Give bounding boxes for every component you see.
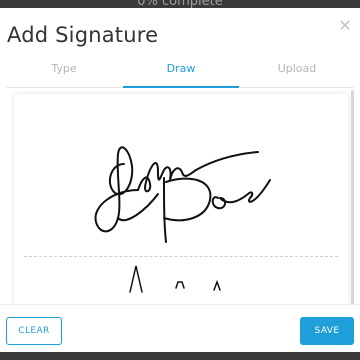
close-icon[interactable]: ✕ [338,19,352,35]
save-button[interactable]: SAVE [300,317,354,345]
tab-upload[interactable]: Upload [239,62,355,88]
signature-pad[interactable] [14,94,348,304]
signature-tabs: Type Draw Upload [6,62,354,88]
page-bottom-bar [0,352,360,360]
clear-button[interactable]: CLEAR [6,317,62,345]
tab-draw[interactable]: Draw [123,62,239,88]
bottom-scribbles [129,265,221,293]
dialog-title: Add Signature [7,23,159,47]
drawing-area [7,94,348,304]
dialog-footer: CLEAR SAVE [0,304,360,352]
add-signature-dialog: Add Signature ✕ Type Draw Upload CLEAR S… [0,8,360,352]
scrollbar[interactable] [351,90,354,305]
tab-type[interactable]: Type [6,62,122,88]
